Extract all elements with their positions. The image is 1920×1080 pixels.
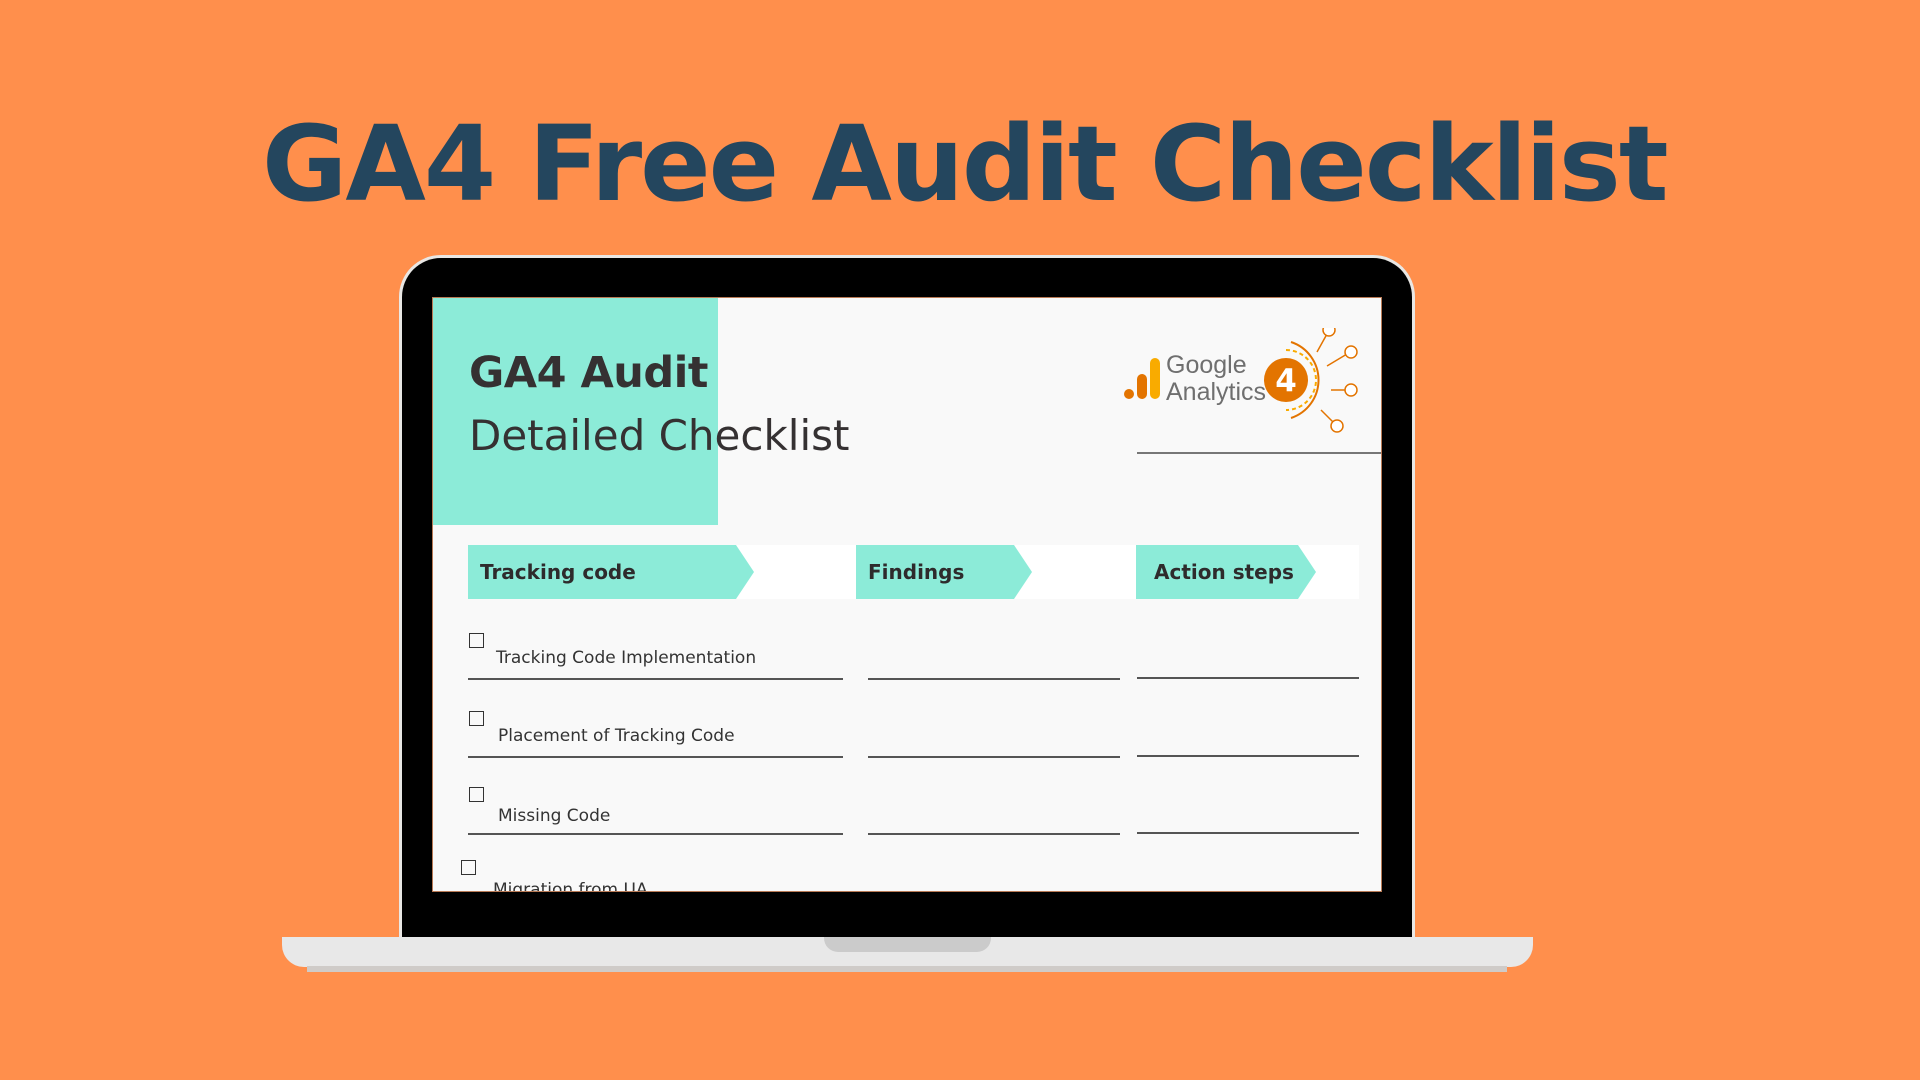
findings-line[interactable] [868,678,1120,680]
video-icon [1344,345,1358,359]
item-label: Migration from UA [493,880,648,892]
checkbox-missing-code[interactable] [469,787,484,802]
search-icon [1330,419,1344,433]
page-title: GA4 Free Audit Checklist [262,103,1669,225]
item-rule [468,833,843,835]
logo-text-google: Google [1166,351,1247,379]
logo-divider [1137,452,1381,454]
findings-line[interactable] [868,833,1120,835]
item-label: Placement of Tracking Code [498,726,735,746]
cart-icon [1344,383,1358,397]
laptop-screen: GA4 Audit Detailed Checklist Google Anal… [432,297,1382,892]
column-header-findings: Findings [856,545,1032,599]
item-label: Tracking Code Implementation [496,648,757,668]
item-rule [468,756,843,758]
checkbox-tracking-code-implementation[interactable] [469,633,484,648]
logo-badge-number: 4 [1275,363,1297,399]
action-steps-line[interactable] [1137,832,1359,834]
action-steps-line[interactable] [1137,677,1359,679]
findings-line[interactable] [868,756,1120,758]
column-header-tracking-code: Tracking code [468,545,754,599]
document-subtitle: Detailed Checklist [469,411,850,460]
mobile-icon [1322,328,1336,337]
laptop-notch [824,937,991,952]
google-analytics-4-logo-icon: Google Analytics 4 [1124,328,1358,433]
checkbox-placement-of-tracking-code[interactable] [469,711,484,726]
item-label: Missing Code [498,806,611,826]
column-header-action-steps: Action steps [1136,545,1316,599]
laptop-base-shadow [307,966,1507,972]
item-rule [468,678,843,680]
analytics-bars-icon [1124,358,1160,399]
document-title: GA4 Audit [469,348,708,398]
action-steps-line[interactable] [1137,755,1359,757]
checkbox-migration-from-ua[interactable] [461,860,476,875]
logo-text-analytics: Analytics [1166,378,1266,406]
